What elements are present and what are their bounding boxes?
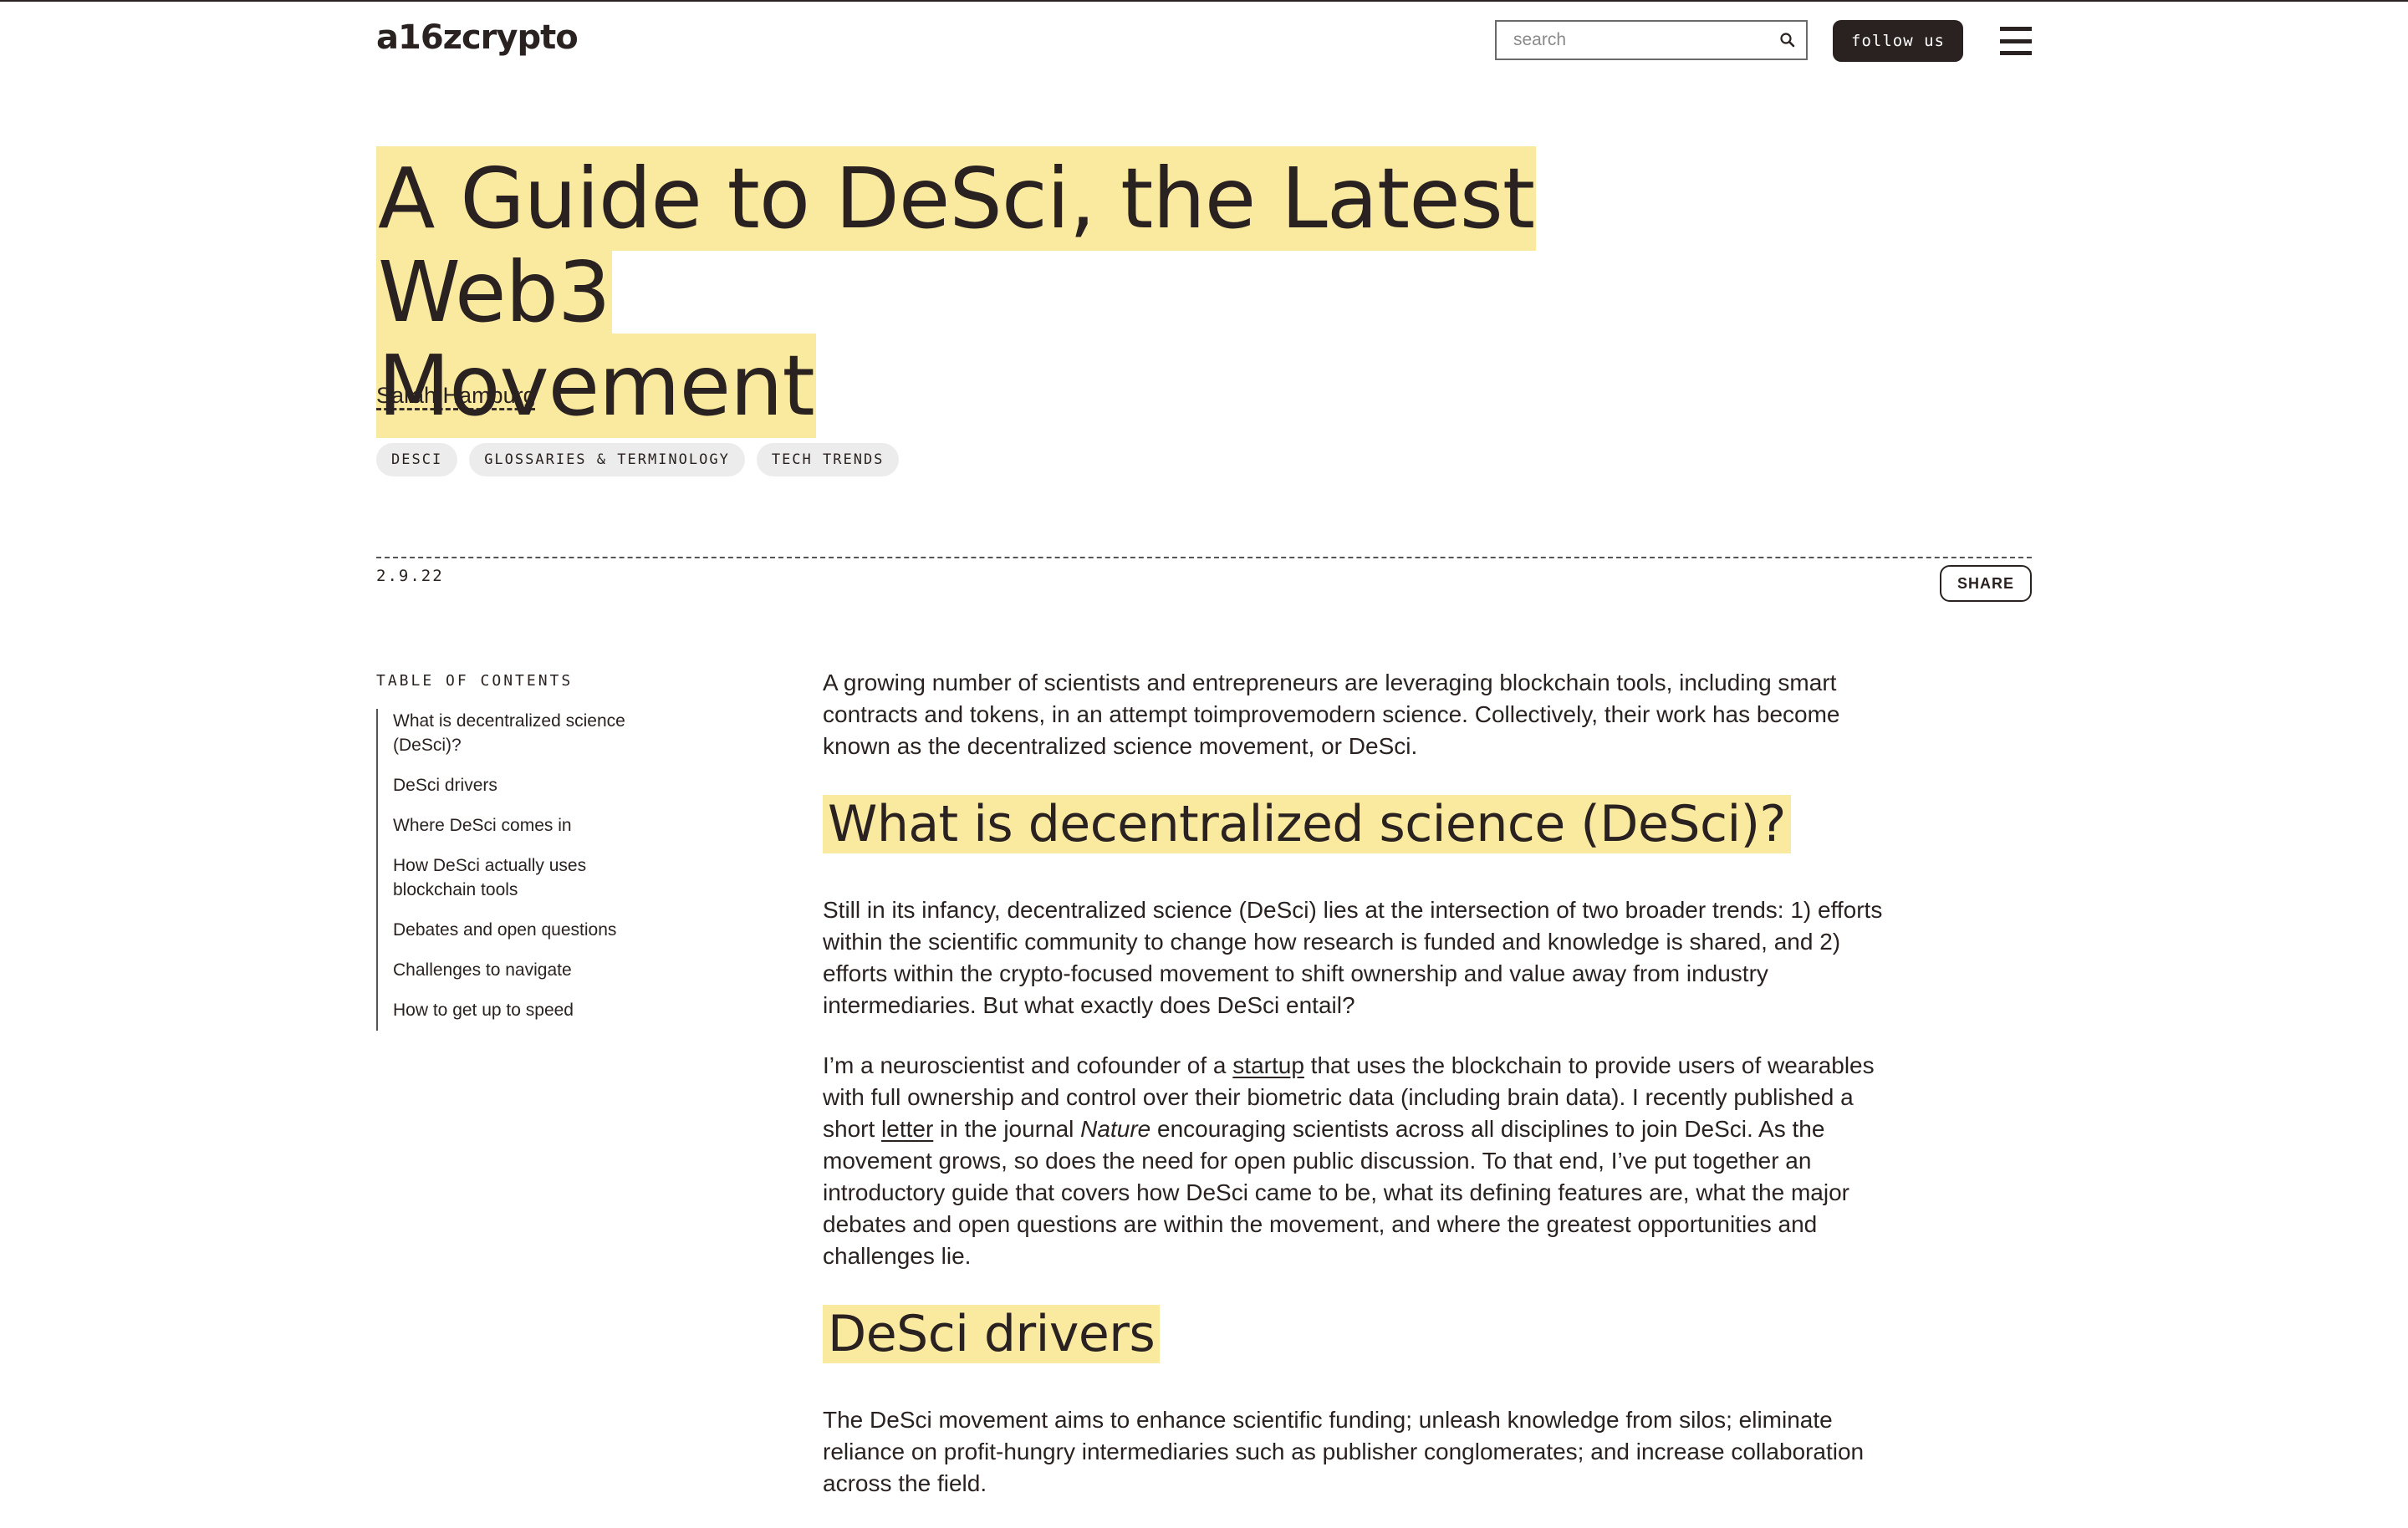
- search-box[interactable]: [1495, 20, 1808, 60]
- startup-link[interactable]: startup: [1232, 1052, 1304, 1078]
- search-icon[interactable]: [1769, 32, 1806, 48]
- section-heading-text: What is decentralized science (DeSci)?: [823, 795, 1791, 853]
- article-body: A growing number of scientists and entre…: [823, 667, 1885, 1528]
- divider: [376, 557, 2032, 558]
- intro-paragraph: A growing number of scientists and entre…: [823, 670, 1840, 759]
- follow-us-button[interactable]: follow us: [1833, 20, 1963, 62]
- toc-item[interactable]: What is decentralized science (DeSci)?: [393, 709, 652, 757]
- section-heading: DeSci drivers: [823, 1301, 1885, 1368]
- search-input[interactable]: [1497, 22, 1769, 59]
- menu-bar: [2000, 38, 2032, 43]
- toc-item[interactable]: Where DeSci comes in: [393, 813, 652, 838]
- tag-list: DESCI GLOSSARIES & TERMINOLOGY TECH TREN…: [376, 443, 900, 476]
- toc-item[interactable]: Debates and open questions: [393, 918, 652, 942]
- menu-bar: [2000, 27, 2032, 31]
- text-run: I’m a neuroscientist and cofounder of a: [823, 1052, 1233, 1078]
- body-paragraph: I’m a neuroscientist and cofounder of a …: [823, 1050, 1885, 1272]
- share-button[interactable]: SHARE: [1940, 565, 2032, 602]
- toc-item[interactable]: How DeSci actually uses blockchain tools: [393, 853, 652, 902]
- tag-tech-trends[interactable]: TECH TRENDS: [756, 443, 900, 476]
- article-title: A Guide to DeSci, the Latest Web3 Moveme…: [376, 146, 1714, 438]
- text-run: in the journal: [933, 1116, 1081, 1142]
- journal-name: Nature: [1080, 1116, 1151, 1142]
- toc-item[interactable]: Challenges to navigate: [393, 958, 652, 982]
- section-heading: What is decentralized science (DeSci)?: [823, 791, 1885, 858]
- toc-item[interactable]: DeSci drivers: [393, 773, 652, 797]
- menu-bar: [2000, 51, 2032, 55]
- author-link[interactable]: Sarah Hamburg: [376, 383, 536, 409]
- tag-desci[interactable]: DESCI: [376, 443, 458, 476]
- section-heading-text: DeSci drivers: [823, 1305, 1161, 1363]
- letter-link[interactable]: letter: [881, 1116, 933, 1142]
- article-title-line: A Guide to DeSci, the Latest Web3: [376, 146, 1537, 344]
- site-logo[interactable]: a16zcrypto: [376, 18, 579, 57]
- publish-date: 2.9.22: [376, 567, 444, 585]
- toc-title: TABLE OF CONTENTS: [376, 672, 574, 690]
- hamburger-menu-icon[interactable]: [2000, 27, 2032, 55]
- body-paragraph: The DeSci movement aims to enhance scien…: [823, 1407, 1865, 1496]
- table-of-contents: What is decentralized science (DeSci)? D…: [376, 709, 652, 1031]
- toc-item[interactable]: How to get up to speed: [393, 998, 652, 1022]
- tag-glossaries[interactable]: GLOSSARIES & TERMINOLOGY: [469, 443, 745, 476]
- site-header: a16zcrypto follow us: [0, 2, 2408, 77]
- body-paragraph: Still in its infancy, decentralized scie…: [823, 897, 1883, 1018]
